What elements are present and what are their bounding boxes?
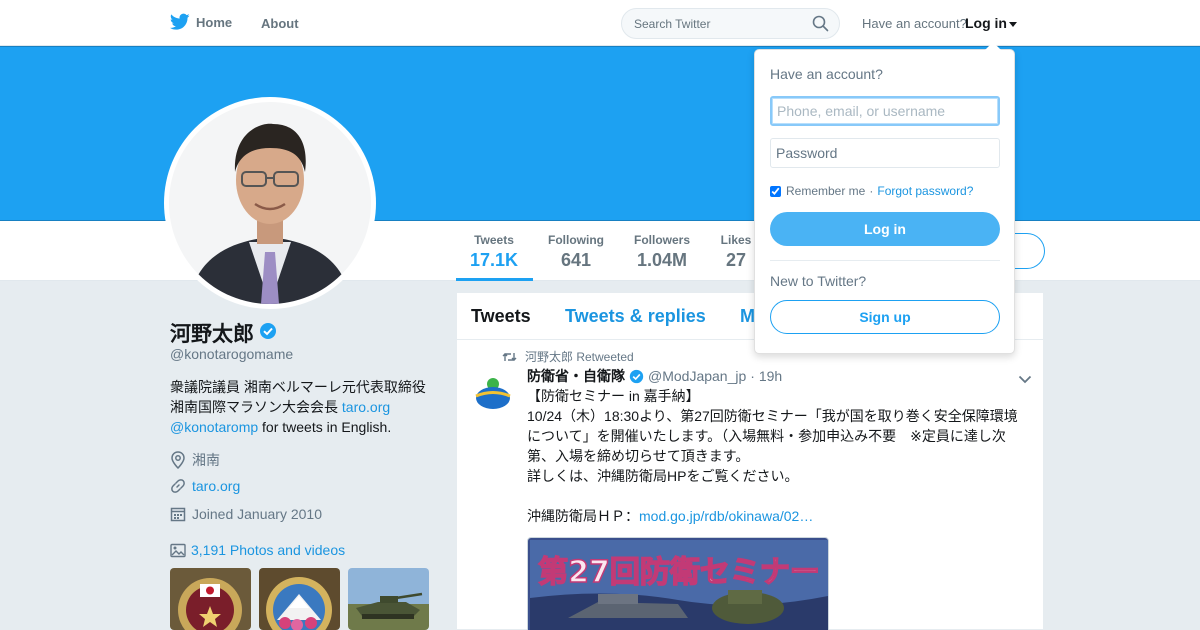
photos-videos-link[interactable]: 3,191 Photos and videos	[170, 542, 345, 558]
retweet-context: 河野太郎 Retweeted	[502, 348, 634, 365]
stat-likes[interactable]: Likes 27	[718, 233, 754, 271]
tweet-author-handle[interactable]: @ModJapan_jp	[648, 368, 746, 384]
stat-tweets[interactable]: Tweets 17.1K	[469, 233, 519, 271]
bio-link-english-account[interactable]: @konotaromp	[170, 419, 258, 435]
nav-home-link[interactable]: Home	[170, 13, 232, 31]
avatar-image	[169, 102, 371, 304]
profile-bio: 衆議院議員 湘南ベルマーレ元代表取締役 湘南国際マラソン大会会長 taro.or…	[170, 377, 440, 437]
tab-tweets-replies[interactable]: Tweets & replies	[565, 306, 706, 327]
profile-website: taro.org	[170, 478, 240, 494]
forgot-password-link[interactable]: Forgot password?	[877, 184, 973, 198]
top-navigation-bar: Home About Have an account? Log in	[0, 0, 1200, 46]
tweet-body-text: 【防衛セミナー in 嘉手納】 10/24（木）18:30より、第27回防衛セミ…	[527, 388, 1018, 524]
calendar-icon	[170, 506, 188, 522]
stat-label: Followers	[633, 233, 690, 247]
caret-down-icon	[1009, 21, 1017, 27]
divider	[770, 260, 1000, 261]
login-dropdown-title: Have an account?	[770, 66, 883, 82]
stat-value: 1.04M	[636, 250, 688, 270]
stat-label: Following	[548, 233, 604, 247]
stat-following[interactable]: Following 641	[547, 233, 605, 271]
retweet-context-text: 河野太郎 Retweeted	[525, 350, 634, 364]
tweet-media-image[interactable]: 第27回防衛セミナー	[527, 537, 829, 630]
remember-me-row: Remember me · Forgot password?	[770, 184, 973, 198]
profile-joined: Joined January 2010	[170, 506, 322, 522]
profile-name: 河野太郎	[170, 318, 277, 348]
search-icon[interactable]	[812, 15, 829, 37]
twitter-bird-icon	[170, 13, 190, 30]
active-stat-underline	[456, 278, 533, 281]
new-to-twitter-text: New to Twitter?	[770, 273, 867, 289]
stat-label: Likes	[720, 233, 752, 247]
tweet-author-avatar[interactable]	[471, 371, 515, 415]
verified-badge-icon	[629, 369, 644, 384]
website-link[interactable]: taro.org	[192, 478, 240, 494]
signup-button[interactable]: Sign up	[770, 300, 1000, 334]
username-input[interactable]	[770, 96, 1000, 126]
photos-videos-label: 3,191 Photos and videos	[191, 542, 346, 558]
location-pin-icon	[170, 451, 188, 469]
separator-dot: ·	[869, 184, 874, 198]
password-input[interactable]	[770, 138, 1000, 168]
profile-handle[interactable]: @konotarogomame	[170, 346, 293, 362]
tweet-media-caption: 第27回防衛セミナー	[538, 555, 820, 590]
stat-value: 27	[725, 250, 747, 270]
bio-tail-text: for tweets in English.	[258, 419, 392, 435]
stat-value: 641	[560, 250, 592, 270]
remember-me-checkbox[interactable]	[770, 185, 781, 197]
link-icon	[170, 478, 188, 494]
media-thumbnail[interactable]	[170, 568, 251, 630]
login-button[interactable]: Log in	[770, 212, 1000, 246]
bio-link-website[interactable]: taro.org	[342, 399, 390, 415]
location-text: 湘南	[192, 452, 220, 468]
have-account-text: Have an account?	[862, 16, 967, 31]
profile-avatar[interactable]	[164, 97, 376, 309]
tab-tweets[interactable]: Tweets	[471, 306, 531, 327]
stat-value: 17.1K	[469, 250, 519, 270]
remember-me-label[interactable]: Remember me	[786, 184, 865, 198]
login-dropdown: Have an account? Remember me · Forgot pa…	[754, 42, 1015, 354]
nav-home-label: Home	[196, 14, 233, 30]
retweet-icon	[502, 352, 517, 361]
joined-text: Joined January 2010	[192, 506, 322, 522]
dropdown-arrow	[985, 42, 1001, 50]
media-thumbnail[interactable]	[259, 568, 340, 630]
photo-icon	[170, 543, 186, 558]
profile-name-text: 河野太郎	[170, 323, 254, 346]
nav-about-link[interactable]: About	[261, 16, 299, 31]
tweet-timestamp[interactable]: · 19h	[750, 368, 782, 384]
login-link-label: Log in	[965, 15, 1007, 31]
stat-label: Tweets	[474, 233, 514, 247]
tweet-text: 【防衛セミナー in 嘉手納】 10/24（木）18:30より、第27回防衛セミ…	[527, 386, 1027, 526]
media-thumbnail[interactable]	[348, 568, 429, 630]
tweet-author-name[interactable]: 防衛省・自衛隊	[527, 366, 625, 386]
search-input[interactable]	[622, 9, 802, 38]
login-dropdown-toggle[interactable]: Log in	[965, 15, 1017, 31]
verified-badge-icon	[259, 322, 277, 346]
tweet-header: 防衛省・自衛隊 @ModJapan_jp · 19h	[527, 366, 782, 386]
tab-media[interactable]: M	[740, 306, 755, 327]
search-box	[621, 8, 840, 39]
profile-location: 湘南	[170, 450, 220, 470]
stat-followers[interactable]: Followers 1.04M	[632, 233, 692, 271]
tweet-link[interactable]: mod.go.jp/rdb/okinawa/02…	[639, 508, 813, 524]
